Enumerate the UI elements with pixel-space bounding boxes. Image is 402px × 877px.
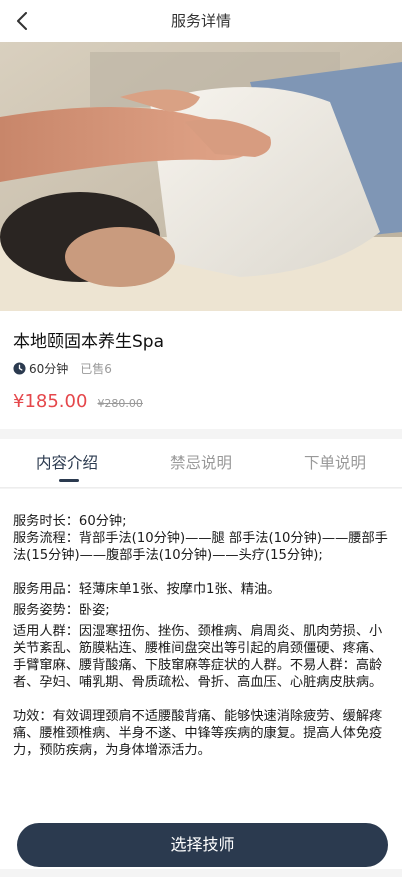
select-technician-button[interactable]: 选择技师 xyxy=(17,823,388,867)
service-duration: 60分钟 xyxy=(29,361,69,376)
hero-image xyxy=(0,42,402,311)
effect-text: 功效：有效调理颈肩不适腰酸背痛、能够快速消除疲劳、缓解疼痛、腰椎颈椎病、半身不遂… xyxy=(13,709,383,758)
posture-text: 服务姿势：卧姿; xyxy=(13,603,110,618)
tab-contraindications[interactable]: 禁忌说明 xyxy=(134,439,268,487)
spa-back-massage-photo xyxy=(0,42,402,311)
price-row: ¥185.00 ¥280.00 xyxy=(13,391,143,412)
service-info: 本地颐固本养生Spa 60分钟 已售6 ¥185.00 ¥280.00 xyxy=(0,311,402,429)
current-price: ¥185.00 xyxy=(13,391,88,412)
original-price: ¥280.00 xyxy=(97,397,143,410)
audience-text: 适用人群：因湿寒扭伤、挫伤、颈椎病、肩周炎、肌肉劳损、小关节紊乱、筋膜粘连、腰椎… xyxy=(13,624,383,690)
service-meta: 60分钟 已售6 xyxy=(13,359,112,377)
service-name: 本地颐固本养生Spa xyxy=(13,332,164,352)
process-text: 服务流程：背部手法(10分钟)——腿 部手法(10分钟)——腰部手法(15分钟)… xyxy=(13,531,388,563)
active-tab-indicator xyxy=(59,479,79,482)
content-intro-panel: 服务时长：60分钟; 服务流程：背部手法(10分钟)——腿 部手法(10分钟)—… xyxy=(0,489,402,869)
tab-order-instructions[interactable]: 下单说明 xyxy=(268,439,402,487)
page-title: 服务详情 xyxy=(170,12,231,30)
supplies-text: 服务用品：轻薄床单1张、按摩巾1张、精油。 xyxy=(13,582,281,597)
clock-icon xyxy=(13,361,26,375)
duration-text: 服务时长：60分钟; xyxy=(13,514,127,529)
sold-count: 已售6 xyxy=(80,361,112,376)
detail-tabs: 内容介绍 禁忌说明 下单说明 xyxy=(0,439,402,488)
bottom-strip xyxy=(0,869,402,877)
nav-bar: 服务详情 xyxy=(0,0,402,42)
